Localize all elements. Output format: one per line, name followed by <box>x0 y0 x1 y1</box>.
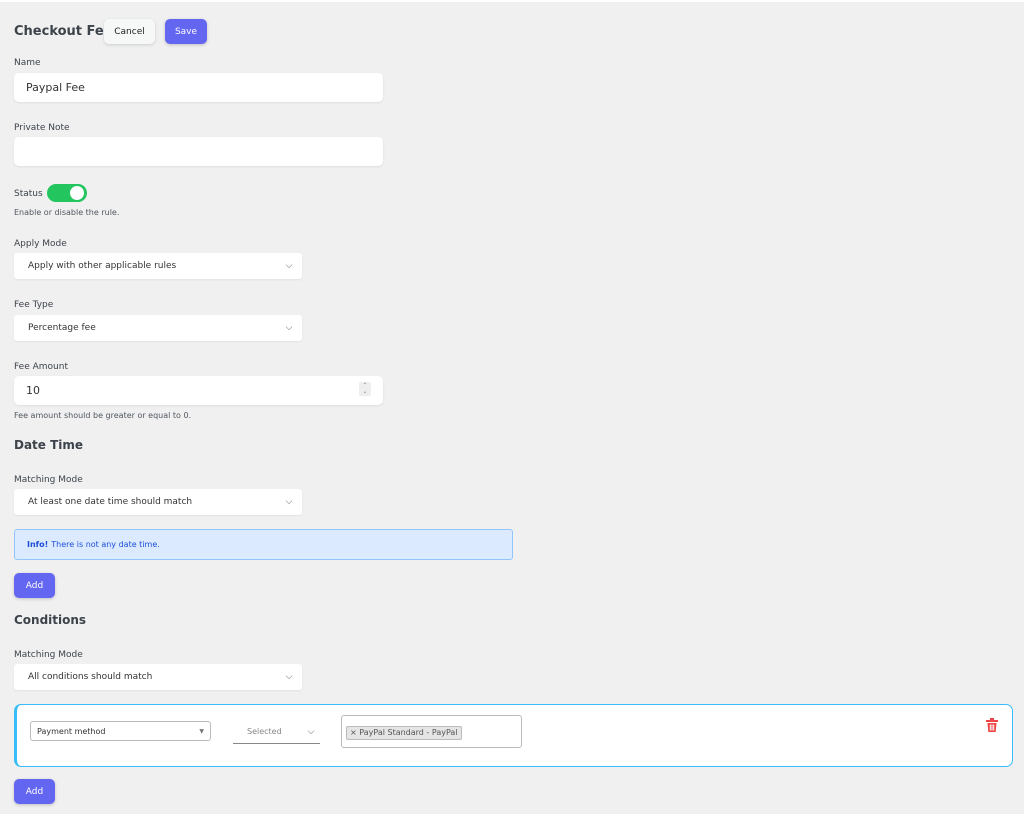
tag-remove-icon[interactable]: × <box>350 728 357 737</box>
name-value: Paypal Fee <box>26 81 85 94</box>
status-toggle[interactable] <box>47 184 87 202</box>
name-input[interactable]: Paypal Fee <box>14 73 383 102</box>
chevron-down-icon: ⌵ <box>285 672 293 682</box>
fee-amount-label: Fee Amount <box>14 362 68 372</box>
conditions-heading: Conditions <box>14 613 87 627</box>
spin-down-icon[interactable]: ⌄ <box>362 389 367 395</box>
date-time-heading: Date Time <box>14 438 84 452</box>
add-condition-button[interactable]: Add <box>14 779 55 804</box>
fee-amount-input[interactable]: 10 <box>14 376 383 405</box>
date-time-matching-value: At least one date time should match <box>28 497 193 507</box>
chevron-down-icon: ⌵ <box>285 261 293 271</box>
trash-icon[interactable] <box>986 718 998 732</box>
tag-label: PayPal Standard - PayPal <box>359 728 458 737</box>
caret-down-icon: ▼ <box>199 727 204 735</box>
apply-mode-select[interactable]: Apply with other applicable rules ⌵ <box>14 253 302 279</box>
number-spinner[interactable]: ⌃ ⌄ <box>359 382 371 396</box>
save-button[interactable]: Save <box>165 19 207 44</box>
chevron-down-icon: ⌵ <box>307 726 315 737</box>
date-time-matching-select[interactable]: At least one date time should match ⌵ <box>14 489 302 515</box>
private-note-input[interactable] <box>14 137 383 166</box>
condition-type-select[interactable]: Payment method ▼ <box>30 721 211 741</box>
fee-type-select[interactable]: Percentage fee ⌵ <box>14 315 302 341</box>
info-alert: Info! There is not any date time. <box>14 529 513 560</box>
fee-type-label: Fee Type <box>14 300 54 310</box>
info-strong: Info! <box>27 540 49 549</box>
condition-type-value: Payment method <box>37 726 106 736</box>
chevron-down-icon: ⌵ <box>285 497 293 507</box>
conditions-matching-select[interactable]: All conditions should match ⌵ <box>14 664 302 690</box>
status-help: Enable or disable the rule. <box>14 208 120 217</box>
apply-mode-label: Apply Mode <box>14 239 67 249</box>
condition-operator-select[interactable]: Selected ⌵ <box>233 720 320 744</box>
private-note-label: Private Note <box>14 123 70 133</box>
apply-mode-value: Apply with other applicable rules <box>28 261 177 271</box>
conditions-matching-value: All conditions should match <box>28 672 153 682</box>
conditions-matching-label: Matching Mode <box>14 650 83 660</box>
status-label: Status <box>14 189 43 199</box>
toggle-knob <box>70 186 84 200</box>
info-text: There is not any date time. <box>51 540 160 549</box>
condition-operator-value: Selected <box>247 727 282 736</box>
condition-values-input[interactable]: × PayPal Standard - PayPal <box>341 715 522 748</box>
name-label: Name <box>14 58 41 68</box>
fee-amount-help: Fee amount should be greater or equal to… <box>14 411 192 420</box>
cancel-button[interactable]: Cancel <box>104 19 155 44</box>
add-date-time-button[interactable]: Add <box>14 573 55 598</box>
value-tag: × PayPal Standard - PayPal <box>346 726 462 740</box>
date-time-matching-label: Matching Mode <box>14 475 83 485</box>
fee-type-value: Percentage fee <box>28 323 96 333</box>
chevron-down-icon: ⌵ <box>285 323 293 333</box>
fee-amount-value: 10 <box>26 384 40 397</box>
